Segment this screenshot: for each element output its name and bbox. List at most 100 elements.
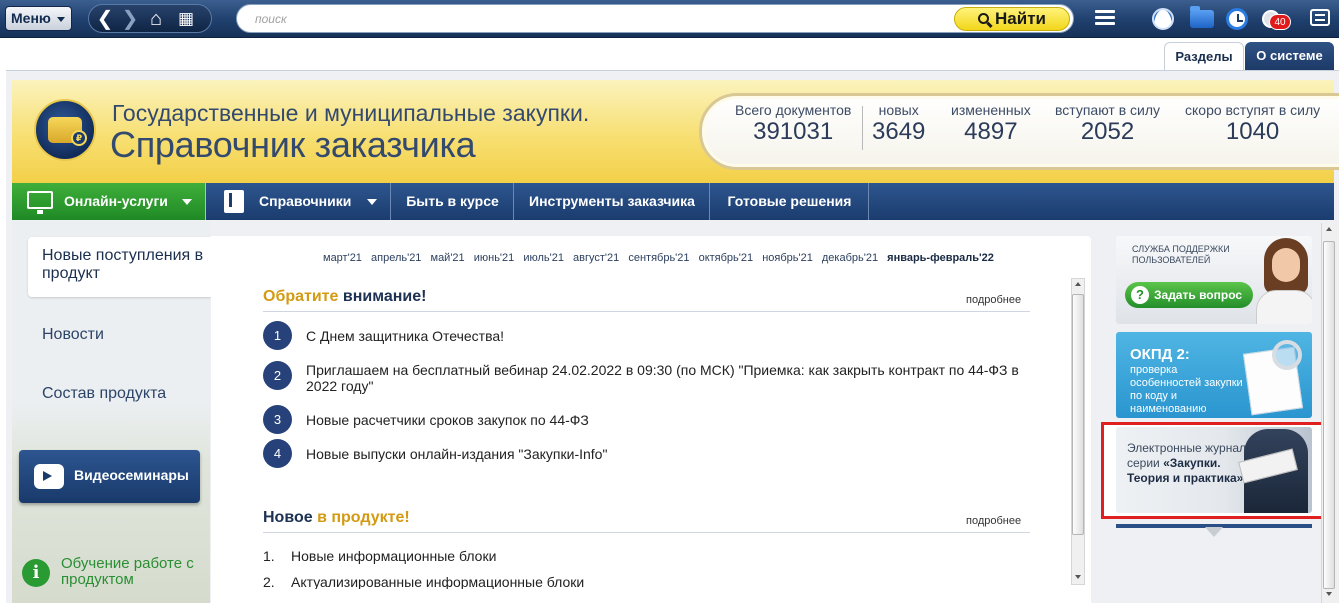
attention-more-link[interactable]: подробнее	[966, 294, 1021, 306]
nav-reference-books[interactable]: Справочники	[207, 183, 391, 220]
carousel-arrow-icon[interactable]	[1205, 527, 1223, 537]
brand-subtitle: Государственные и муниципальные закупки.	[112, 100, 590, 126]
stat-label: вступают в силу	[1055, 102, 1161, 118]
stat-changed[interactable]: измененных 4897	[951, 102, 1031, 146]
nav-stay-informed[interactable]: Быть в курсе	[392, 183, 514, 220]
nav-label: Справочники	[259, 193, 352, 209]
product-training-label: Обучение работе с продуктом	[61, 555, 194, 588]
ruble-coin-icon: ₽	[71, 130, 87, 146]
new-in-product-more-link[interactable]: подробнее	[966, 515, 1021, 527]
chevron-down-icon	[367, 199, 377, 205]
month-link-current[interactable]: январь-февраль'22	[887, 252, 994, 264]
forward-arrow-icon[interactable]: ❯	[118, 8, 142, 30]
month-link[interactable]: декабрь'21	[822, 252, 878, 264]
grid-apps-icon[interactable]: ▦	[174, 8, 198, 30]
new-in-product-item[interactable]: 1. Новые информационные блоки	[263, 548, 496, 564]
navigation-group: ❮ ❯ ⌂ ▦	[88, 4, 212, 33]
user-profile-icon[interactable]	[1152, 8, 1174, 30]
scroll-down-arrow-icon[interactable]	[1326, 592, 1332, 596]
new-in-product-item[interactable]: 2. Актуализированные информационные блоки	[263, 574, 584, 589]
stat-label: скоро вступят в силу	[1185, 102, 1321, 118]
search-bar: Найти	[236, 4, 1074, 33]
month-link[interactable]: июль'21	[523, 252, 564, 264]
stat-label: новых	[878, 102, 919, 118]
sidebar-item-product-contents[interactable]: Состав продукта	[42, 385, 166, 403]
video-seminars-label: Видеосеминары	[74, 467, 189, 483]
content-scrollbar-thumb[interactable]	[1072, 294, 1084, 535]
info-icon: i	[22, 559, 50, 587]
support-operator-image	[1256, 236, 1312, 324]
month-link[interactable]: апрель'21	[371, 252, 421, 264]
notifications-icon[interactable]: 40	[1262, 7, 1291, 31]
stat-total-documents[interactable]: Всего документов 391031	[735, 102, 851, 146]
attention-item[interactable]: Новые выпуски онлайн-издания "Закупки-In…	[306, 446, 1041, 462]
divider	[263, 532, 1030, 533]
title-part: в продукте!	[312, 509, 410, 526]
stat-label: измененных	[951, 102, 1031, 118]
nav-online-services[interactable]: Онлайн-услуги	[12, 183, 206, 220]
ask-question-button[interactable]: ? Задать вопрос	[1125, 282, 1253, 308]
stat-new[interactable]: новых 3649	[872, 102, 925, 146]
nav-ready-solutions[interactable]: Готовые решения	[711, 183, 869, 220]
stat-value: 3649	[872, 118, 926, 145]
search-input[interactable]	[255, 10, 945, 28]
back-arrow-icon[interactable]: ❮	[93, 8, 117, 30]
question-icon: ?	[1131, 286, 1149, 304]
month-link[interactable]: июнь'21	[474, 252, 515, 264]
month-link[interactable]: сентябрь'21	[628, 252, 689, 264]
page-scrollbar-thumb[interactable]	[1323, 241, 1335, 589]
nav-label: Онлайн-услуги	[64, 193, 168, 209]
menu-label: Меню	[11, 10, 51, 26]
nav-customer-tools[interactable]: Инструменты заказчика	[515, 183, 710, 220]
ask-question-label: Задать вопрос	[1154, 288, 1243, 302]
item-number: 1.	[263, 548, 275, 564]
okpd-banner[interactable]: ОКПД 2: проверка особенностей закупки по…	[1116, 332, 1312, 418]
magnifier-icon	[1272, 340, 1302, 370]
attention-item[interactable]: Новые расчетчики сроков закупок по 44-ФЗ	[306, 412, 1041, 428]
clock-history-icon[interactable]	[1226, 8, 1248, 30]
find-button[interactable]: Найти	[954, 7, 1070, 31]
month-link[interactable]: март'21	[323, 252, 362, 264]
sidebar-item-new-arrivals[interactable]: Новые поступления в продукт	[28, 237, 211, 297]
new-in-product-title: Новое в продукте!	[263, 509, 410, 527]
month-filter: март'21 апрель'21 май'21 июнь'21 июль'21…	[323, 252, 1000, 264]
stat-entering-force[interactable]: вступают в силу 2052	[1055, 102, 1160, 146]
sidebar-item-news[interactable]: Новости	[42, 326, 104, 344]
notification-badge: 40	[1269, 14, 1291, 30]
item-text: Новые информационные блоки	[291, 548, 497, 564]
scroll-down-arrow-icon[interactable]	[1075, 575, 1081, 579]
stat-value: 1040	[1225, 118, 1280, 145]
folder-icon[interactable]	[1190, 6, 1214, 28]
stat-soon-entering-force[interactable]: скоро вступят в силу 1040	[1185, 102, 1320, 146]
month-link[interactable]: октябрь'21	[699, 252, 754, 264]
item-number: 2.	[263, 574, 275, 589]
item-number: 3	[263, 405, 292, 434]
tab-about-system[interactable]: О системе	[1245, 42, 1334, 71]
menu-button[interactable]: Меню	[5, 6, 72, 31]
okpd-text: проверка особенностей закупки по коду и …	[1130, 364, 1243, 415]
month-link[interactable]: ноябрь'21	[762, 252, 813, 264]
attention-item[interactable]: С Днем защитника Отечества!	[306, 328, 1041, 344]
title-part: внимание!	[338, 288, 427, 305]
home-icon[interactable]: ⌂	[144, 8, 168, 30]
stat-value: 391031	[753, 118, 834, 145]
support-banner[interactable]: СЛУЖБА ПОДДЕРЖКИ ПОЛЬЗОВАТЕЛЕЙ ? Задать в…	[1116, 236, 1312, 324]
stat-label: Всего документов	[735, 102, 852, 118]
book-icon	[224, 190, 244, 213]
divider	[263, 311, 1030, 312]
month-link[interactable]: август'21	[573, 252, 619, 264]
attention-item[interactable]: Приглашаем на бесплатный вебинар 24.02.2…	[306, 362, 1036, 394]
hamburger-menu-icon[interactable]	[1093, 7, 1117, 31]
chevron-down-icon	[182, 199, 192, 205]
chat-feedback-icon[interactable]	[1310, 9, 1330, 26]
tab-sections[interactable]: Разделы	[1164, 42, 1244, 71]
search-icon	[978, 13, 990, 24]
month-link[interactable]: май'21	[431, 252, 465, 264]
stats-divider	[862, 106, 863, 150]
sidebar-item-label: Новые поступления в продукт	[42, 247, 204, 282]
scroll-up-arrow-icon[interactable]	[1075, 282, 1081, 286]
journals-banner[interactable]: Электронные журналы серии «Закупки. Теор…	[1116, 427, 1312, 513]
video-seminars-button[interactable]: Видеосеминары	[19, 450, 200, 503]
scroll-up-arrow-icon[interactable]	[1326, 227, 1332, 231]
chevron-down-icon	[57, 17, 65, 22]
